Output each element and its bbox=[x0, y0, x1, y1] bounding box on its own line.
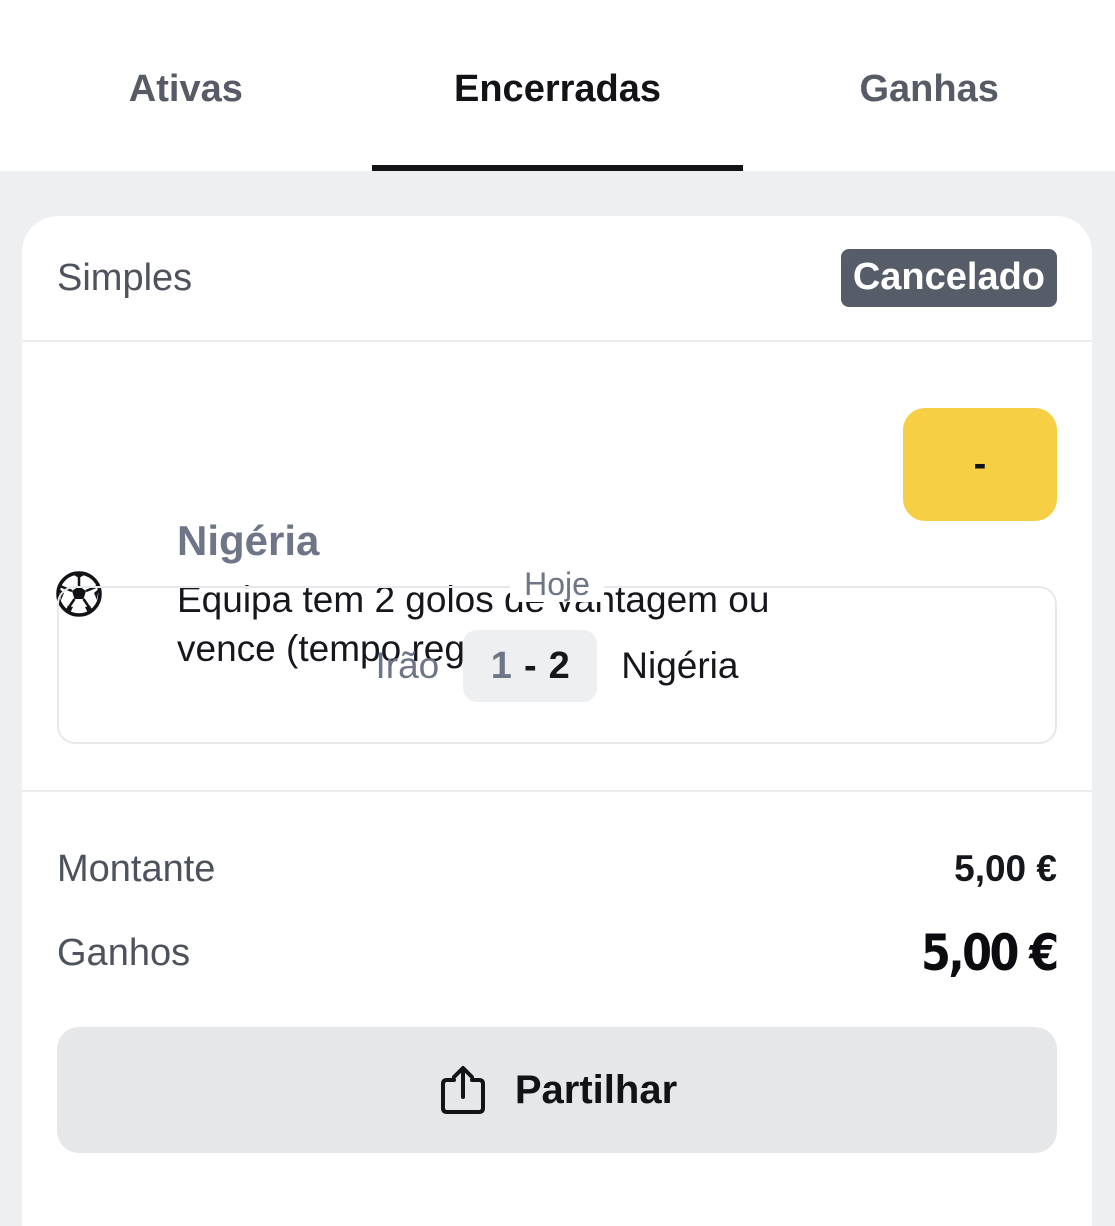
stake-row: Montante 5,00 € bbox=[57, 844, 1057, 894]
bet-summary: Montante 5,00 € Ganhos 5,00 € Partilhar bbox=[22, 844, 1092, 1153]
payout-value: 5,00 € bbox=[921, 924, 1059, 982]
bet-selection: Nigéria Equipa tem 2 golos de vantagem o… bbox=[22, 342, 1092, 792]
tab-ativas[interactable]: Ativas bbox=[0, 0, 372, 171]
match-row: Irão 1 - 2 Nigéria bbox=[59, 630, 1055, 702]
status-badge: Cancelado bbox=[840, 249, 1057, 307]
stake-value: 5,00 € bbox=[954, 848, 1057, 889]
bet-card: Simples Cancelado Nigéria Equipa tem 2 g… bbox=[22, 216, 1092, 1226]
stake-label: Montante bbox=[57, 847, 216, 890]
tab-encerradas[interactable]: Encerradas bbox=[371, 0, 744, 171]
away-score: 2 bbox=[548, 644, 570, 687]
bet-card-header: Simples Cancelado bbox=[22, 216, 1092, 342]
share-label: Partilhar bbox=[514, 1067, 678, 1112]
share-icon bbox=[440, 1066, 485, 1114]
payout-row: Ganhos 5,00 € bbox=[57, 924, 1060, 982]
selection-team: Nigéria bbox=[177, 517, 320, 564]
score-separator: - bbox=[523, 644, 537, 687]
match-score-box: Hoje Irão 1 - 2 Nigéria bbox=[57, 566, 1057, 744]
bet-status-tabs: Ativas Encerradas Ganhas bbox=[0, 0, 1115, 171]
match-score: 1 - 2 bbox=[463, 630, 598, 702]
match-date: Hoje bbox=[59, 566, 1055, 603]
bet-type-label: Simples bbox=[57, 256, 193, 299]
odds-button[interactable]: - bbox=[903, 408, 1057, 521]
away-team: Nigéria bbox=[621, 645, 739, 686]
match-date-label: Hoje bbox=[510, 566, 604, 602]
home-team: Irão bbox=[375, 645, 440, 686]
home-score: 1 bbox=[490, 644, 512, 687]
payout-label: Ganhos bbox=[57, 931, 191, 974]
tab-ganhas[interactable]: Ganhas bbox=[743, 0, 1115, 171]
share-button[interactable]: Partilhar bbox=[57, 1027, 1057, 1153]
